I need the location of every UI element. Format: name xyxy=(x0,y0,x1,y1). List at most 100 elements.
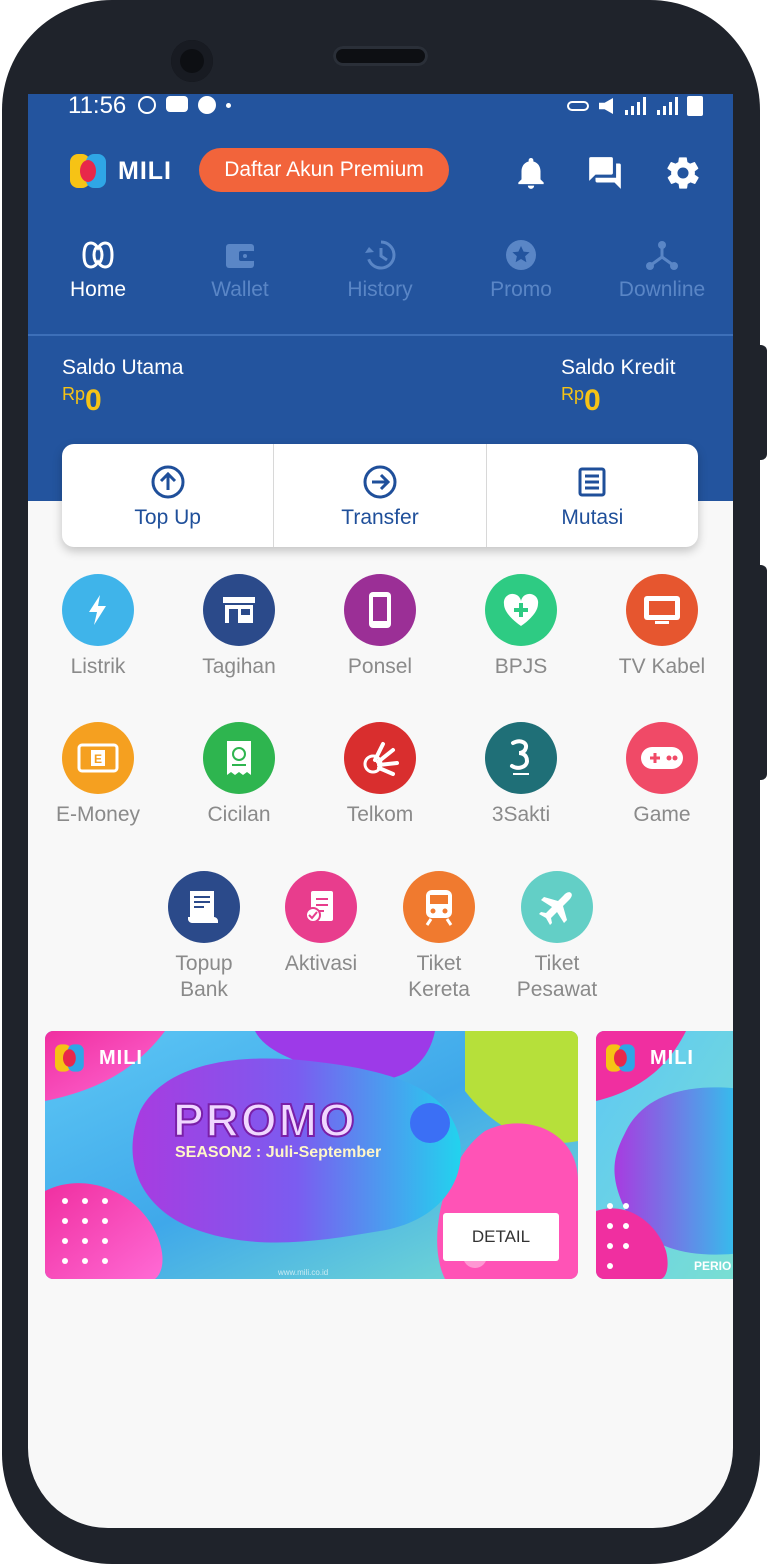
listrik-circle xyxy=(62,574,134,646)
top-up-label: Top Up xyxy=(134,506,201,529)
tab-promo[interactable]: Promo xyxy=(461,238,581,302)
tab-home-label: Home xyxy=(69,278,127,301)
lightning-icon xyxy=(89,595,106,625)
aktivasi-circle xyxy=(285,871,357,943)
mili-icon xyxy=(82,241,114,269)
top-up-button[interactable]: Top Up xyxy=(62,444,275,547)
transfer-button[interactable]: Transfer xyxy=(274,444,487,547)
bpjs-label: BPJS xyxy=(494,655,548,678)
menu-bpjs[interactable]: BPJS xyxy=(451,574,591,680)
ponsel-label: Ponsel xyxy=(347,655,413,678)
tab-downline[interactable]: Downline xyxy=(602,238,722,302)
register-premium-button[interactable]: Daftar Akun Premium xyxy=(199,148,449,192)
store-icon xyxy=(223,597,255,623)
mili-logo-mark xyxy=(70,152,108,190)
menu-listrik[interactable]: Listrik xyxy=(28,574,168,680)
tiket-kereta-circle xyxy=(403,871,475,943)
earpiece-speaker xyxy=(333,46,428,66)
history-icon xyxy=(365,240,396,270)
transfer-label: Transfer xyxy=(341,506,419,529)
status-time: 11:56 xyxy=(68,94,127,119)
menu-ponsel[interactable]: Ponsel xyxy=(310,574,450,680)
banner-next-logo-mark xyxy=(606,1043,636,1073)
telkom-icon xyxy=(363,742,399,776)
tab-wallet-label: Wallet xyxy=(211,278,269,301)
youtube-icon xyxy=(166,96,188,112)
battery-icon xyxy=(687,96,703,116)
brand-name: MILI xyxy=(118,156,172,185)
gamepad-icon xyxy=(641,747,683,769)
menu-telkom[interactable]: Telkom xyxy=(310,722,450,828)
volume-button xyxy=(757,345,767,460)
promo-banner[interactable]: MILI PROMO SEASON2 : Juli-September DETA… xyxy=(45,1031,578,1279)
tv-kabel-circle xyxy=(626,574,698,646)
menu-e-money[interactable]: E E-Money xyxy=(28,722,168,828)
emoney-card-icon: E xyxy=(77,743,119,773)
arrow-right-circle-icon xyxy=(363,465,397,499)
main-balance-currency: Rp xyxy=(62,384,86,404)
mutasi-button[interactable]: Mutasi xyxy=(487,444,698,547)
main-balance-label: Saldo Utama xyxy=(62,356,184,379)
menu-tagihan[interactable]: Tagihan xyxy=(169,574,309,680)
menu-game[interactable]: Game xyxy=(592,722,732,828)
promo-url: www.mili.co.id xyxy=(278,1268,329,1277)
cicilan-circle xyxy=(203,722,275,794)
status-bar: 11:56 xyxy=(28,94,733,128)
e-money-label: E-Money xyxy=(55,803,141,826)
menu-3sakti[interactable]: 3Sakti xyxy=(451,722,591,828)
tiket-pesawat-circle xyxy=(521,871,593,943)
tab-history[interactable]: History xyxy=(320,238,440,302)
signal-icon xyxy=(623,97,646,115)
menu-tv-kabel[interactable]: TV Kabel xyxy=(592,574,732,680)
screen: 11:56 MILI Daftar Akun Premium Home Wall… xyxy=(28,94,733,1528)
tab-history-label: History xyxy=(347,278,413,301)
main-balance-value: 0 xyxy=(85,384,102,417)
credit-balance-value: 0 xyxy=(584,384,601,417)
heart-plus-icon xyxy=(503,593,539,626)
upload-circle-icon xyxy=(151,465,185,499)
game-label: Game xyxy=(633,803,691,826)
tagihan-label: Tagihan xyxy=(202,655,276,678)
banner-next-footer: PERIO xyxy=(694,1259,732,1273)
promo-subtitle: SEASON2 : Juli-September xyxy=(175,1144,382,1161)
vpn-key-icon xyxy=(567,101,589,111)
whatsapp-icon xyxy=(138,96,156,114)
main-balance-amount: Rp0 xyxy=(62,384,183,418)
main-balance: Saldo Utama Rp0 xyxy=(62,356,183,418)
listrik-label: Listrik xyxy=(70,655,126,678)
tab-downline-label: Downline xyxy=(618,278,706,301)
star-icon xyxy=(506,240,536,270)
credit-balance-currency: Rp xyxy=(561,384,585,404)
bank-document-icon xyxy=(188,891,218,923)
power-button xyxy=(757,565,767,780)
app-header: MILI Daftar Akun Premium Home Wallet His… xyxy=(28,128,733,336)
airplane-icon xyxy=(539,892,572,925)
3sakti-label: 3Sakti xyxy=(491,803,551,826)
telkom-circle xyxy=(344,722,416,794)
quick-actions: Top Up Transfer Mutasi xyxy=(62,444,698,547)
three-logo-icon xyxy=(510,739,530,775)
telkom-label: Telkom xyxy=(346,803,414,826)
activation-doc-icon xyxy=(305,891,333,923)
gear-icon[interactable] xyxy=(664,154,702,192)
tab-wallet[interactable]: Wallet xyxy=(180,238,300,302)
wallet-icon xyxy=(226,244,255,268)
menu-tiket-pesawat[interactable]: Tiket Pesawat xyxy=(487,871,627,1003)
notification-icons xyxy=(138,96,231,114)
mutasi-label: Mutasi xyxy=(561,506,624,529)
signal-4g-icon xyxy=(655,97,678,115)
list-icon xyxy=(578,467,606,497)
chat-icon[interactable] xyxy=(586,154,624,192)
tab-promo-label: Promo xyxy=(490,278,552,301)
system-icons xyxy=(567,96,703,116)
banner-logo: MILI xyxy=(55,1039,143,1077)
promo-banner-next[interactable]: MILI PERIO xyxy=(596,1031,733,1279)
bell-icon[interactable] xyxy=(512,154,550,192)
detail-button[interactable]: DETAIL xyxy=(443,1213,559,1261)
menu-cicilan[interactable]: Cicilan xyxy=(169,722,309,828)
tagihan-circle xyxy=(203,574,275,646)
receipt-icon xyxy=(227,741,251,775)
tab-home[interactable]: Home xyxy=(38,238,158,302)
svg-text:E: E xyxy=(94,752,102,766)
facebook-icon xyxy=(198,96,216,114)
